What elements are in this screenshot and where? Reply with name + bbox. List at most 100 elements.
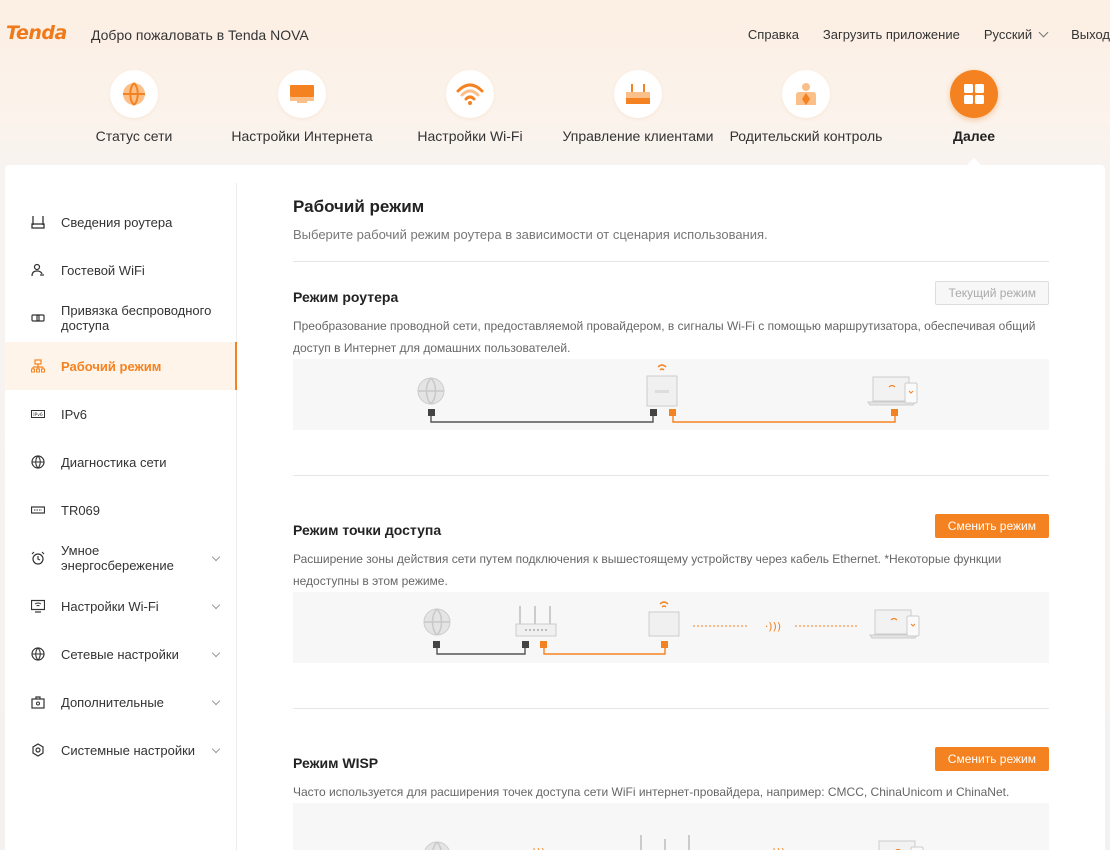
signal-waves-icon: ·)))	[769, 846, 785, 850]
switch-mode-button[interactable]: Сменить режим	[934, 514, 1049, 538]
sidebar-item-label: Гостевой WiFi	[61, 262, 145, 278]
plug-icon	[522, 641, 529, 648]
chevron-down-icon	[1038, 27, 1049, 38]
globe-icon	[31, 455, 45, 469]
globe-icon	[123, 82, 145, 106]
ap-mode-diagram: ·)))	[293, 592, 1049, 663]
ap-device-icon	[648, 601, 680, 637]
mode-description: Часто используется для расширения точек …	[293, 785, 1010, 799]
nav-wifi-settings[interactable]: Настройки Wi-Fi	[386, 70, 554, 165]
topology-illustration: ·)))	[423, 601, 920, 655]
page-subtitle: Выберите рабочий режим роутера в зависим…	[293, 227, 768, 242]
sidebar-item-additional[interactable]: Дополнительные	[5, 678, 237, 726]
tenda-logo[interactable]: Tenda	[6, 22, 67, 44]
router-mode-diagram	[293, 359, 1049, 430]
upstream-router-icon	[515, 606, 557, 637]
gear-icon	[31, 743, 45, 757]
sidebar-item-ipv6[interactable]: IPv6 IPv6	[5, 390, 237, 438]
divider	[293, 475, 1049, 476]
sidebar-item-label: Настройки Wi-Fi	[61, 598, 159, 614]
router-info-icon	[31, 215, 45, 229]
mode-description: Преобразование проводной сети, предостав…	[293, 319, 1036, 355]
main-nav: Статус сети Настройки Интернета Настройк…	[50, 70, 1060, 167]
sidebar-item-work-mode[interactable]: Рабочий режим	[5, 342, 237, 390]
sidebar-item-label: Системные настройки	[61, 742, 196, 758]
nav-label: Родительский контроль	[729, 128, 883, 144]
page-title: Рабочий режим	[293, 197, 425, 216]
sidebar-item-label: Диагностика сети	[61, 454, 167, 470]
internet-globe-icon	[424, 841, 450, 850]
mode-description: Расширение зоны действия сети путем подк…	[293, 552, 1002, 588]
monitor-icon	[290, 85, 314, 103]
sidebar-item-label: Сведения роутера	[61, 214, 173, 230]
wifi-icon	[456, 83, 484, 105]
laptop-icon	[878, 840, 924, 850]
sidebar-item-label: Привязка беспроводного доступа	[61, 303, 212, 333]
nav-label: Статус сети	[95, 128, 173, 144]
grid-icon	[964, 84, 984, 104]
client-plug-icon	[891, 409, 898, 416]
router-device-icon	[640, 835, 690, 850]
nav-parental-control[interactable]: Родительский контроль	[722, 70, 890, 165]
sidebar-item-label: TR069	[61, 502, 101, 518]
nav-label: Настройки Интернета	[231, 128, 373, 144]
sidebar-item-label: Сетевые настройки	[61, 646, 179, 662]
logout-link[interactable]: Выход	[1071, 27, 1110, 42]
sidebar-item-wireless-binding[interactable]: Привязка беспроводного доступа	[5, 294, 237, 342]
nav-label: Управление клиентами	[562, 128, 714, 144]
nav-network-status[interactable]: Статус сети	[50, 70, 218, 165]
sidebar-item-tr069[interactable]: TR069	[5, 486, 237, 534]
laptop-icon	[867, 376, 918, 406]
help-link[interactable]: Справка	[748, 27, 799, 42]
mode-icon	[31, 359, 45, 373]
sidebar-item-label: Рабочий режим	[61, 358, 162, 374]
nav-icon-circle	[614, 70, 662, 118]
sidebar-item-system-settings[interactable]: Системные настройки	[5, 726, 237, 774]
router-device-icon	[646, 364, 678, 407]
laptop-icon	[869, 609, 920, 639]
chevron-down-icon	[211, 600, 221, 609]
chevron-down-icon	[211, 696, 221, 705]
wifi-settings-icon	[31, 599, 45, 613]
sidebar-item-router-info[interactable]: Сведения роутера	[5, 198, 237, 246]
sidebar-item-label: Умное энергосбережение	[61, 543, 174, 573]
parent-icon	[796, 83, 816, 105]
mode-title: Режим роутера	[293, 289, 399, 305]
link-icon	[31, 311, 45, 325]
tr069-icon	[31, 503, 45, 517]
current-mode-button: Текущий режим	[935, 281, 1049, 305]
sidebar-item-diagnostics[interactable]: Диагностика сети	[5, 438, 237, 486]
sidebar-item-label: IPv6	[61, 406, 88, 422]
topology-illustration: ·))) ·)))	[424, 835, 924, 850]
nav-label: Настройки Wi-Fi	[417, 128, 523, 144]
nav-icon-circle	[782, 70, 830, 118]
nav-internet-settings[interactable]: Настройки Интернета	[218, 70, 386, 165]
sidebar-item-energy-saving[interactable]: Умное энергосбережение	[5, 534, 237, 582]
sidebar-item-guest-wifi[interactable]: Гостевой WiFi	[5, 246, 237, 294]
alarm-icon	[31, 551, 45, 565]
router-icon	[626, 84, 650, 104]
sidebar-item-wifi-settings[interactable]: Настройки Wi-Fi	[5, 582, 237, 630]
svg-text:IPv6: IPv6	[33, 412, 43, 418]
nav-more[interactable]: Далее	[890, 70, 1058, 167]
nav-icon-circle	[446, 70, 494, 118]
chevron-down-icon	[211, 648, 221, 657]
internet-globe-icon	[423, 608, 451, 636]
lan-plug-icon	[650, 409, 657, 416]
switch-mode-button[interactable]: Сменить режим	[934, 747, 1049, 771]
ipv6-icon: IPv6	[31, 407, 45, 421]
globe-icon	[31, 647, 45, 661]
sidebar-item-network-settings[interactable]: Сетевые настройки	[5, 630, 237, 678]
wan-plug-icon	[433, 641, 440, 648]
sidebar: Сведения роутера Гостевой WiFi Привязка …	[5, 183, 237, 850]
download-app-link[interactable]: Загрузить приложение	[823, 27, 960, 42]
welcome-text: Добро пожаловать в Tenda NOVA	[91, 27, 309, 43]
plug-icon	[661, 641, 668, 648]
wan-plug-icon	[428, 409, 435, 416]
divider	[293, 708, 1049, 709]
language-label: Русский	[983, 27, 1033, 42]
sidebar-item-label: Дополнительные	[61, 694, 164, 710]
wisp-mode-diagram: ·))) ·)))	[293, 803, 1049, 850]
nav-client-management[interactable]: Управление клиентами	[554, 70, 722, 165]
language-select[interactable]: Русский	[983, 27, 1049, 42]
